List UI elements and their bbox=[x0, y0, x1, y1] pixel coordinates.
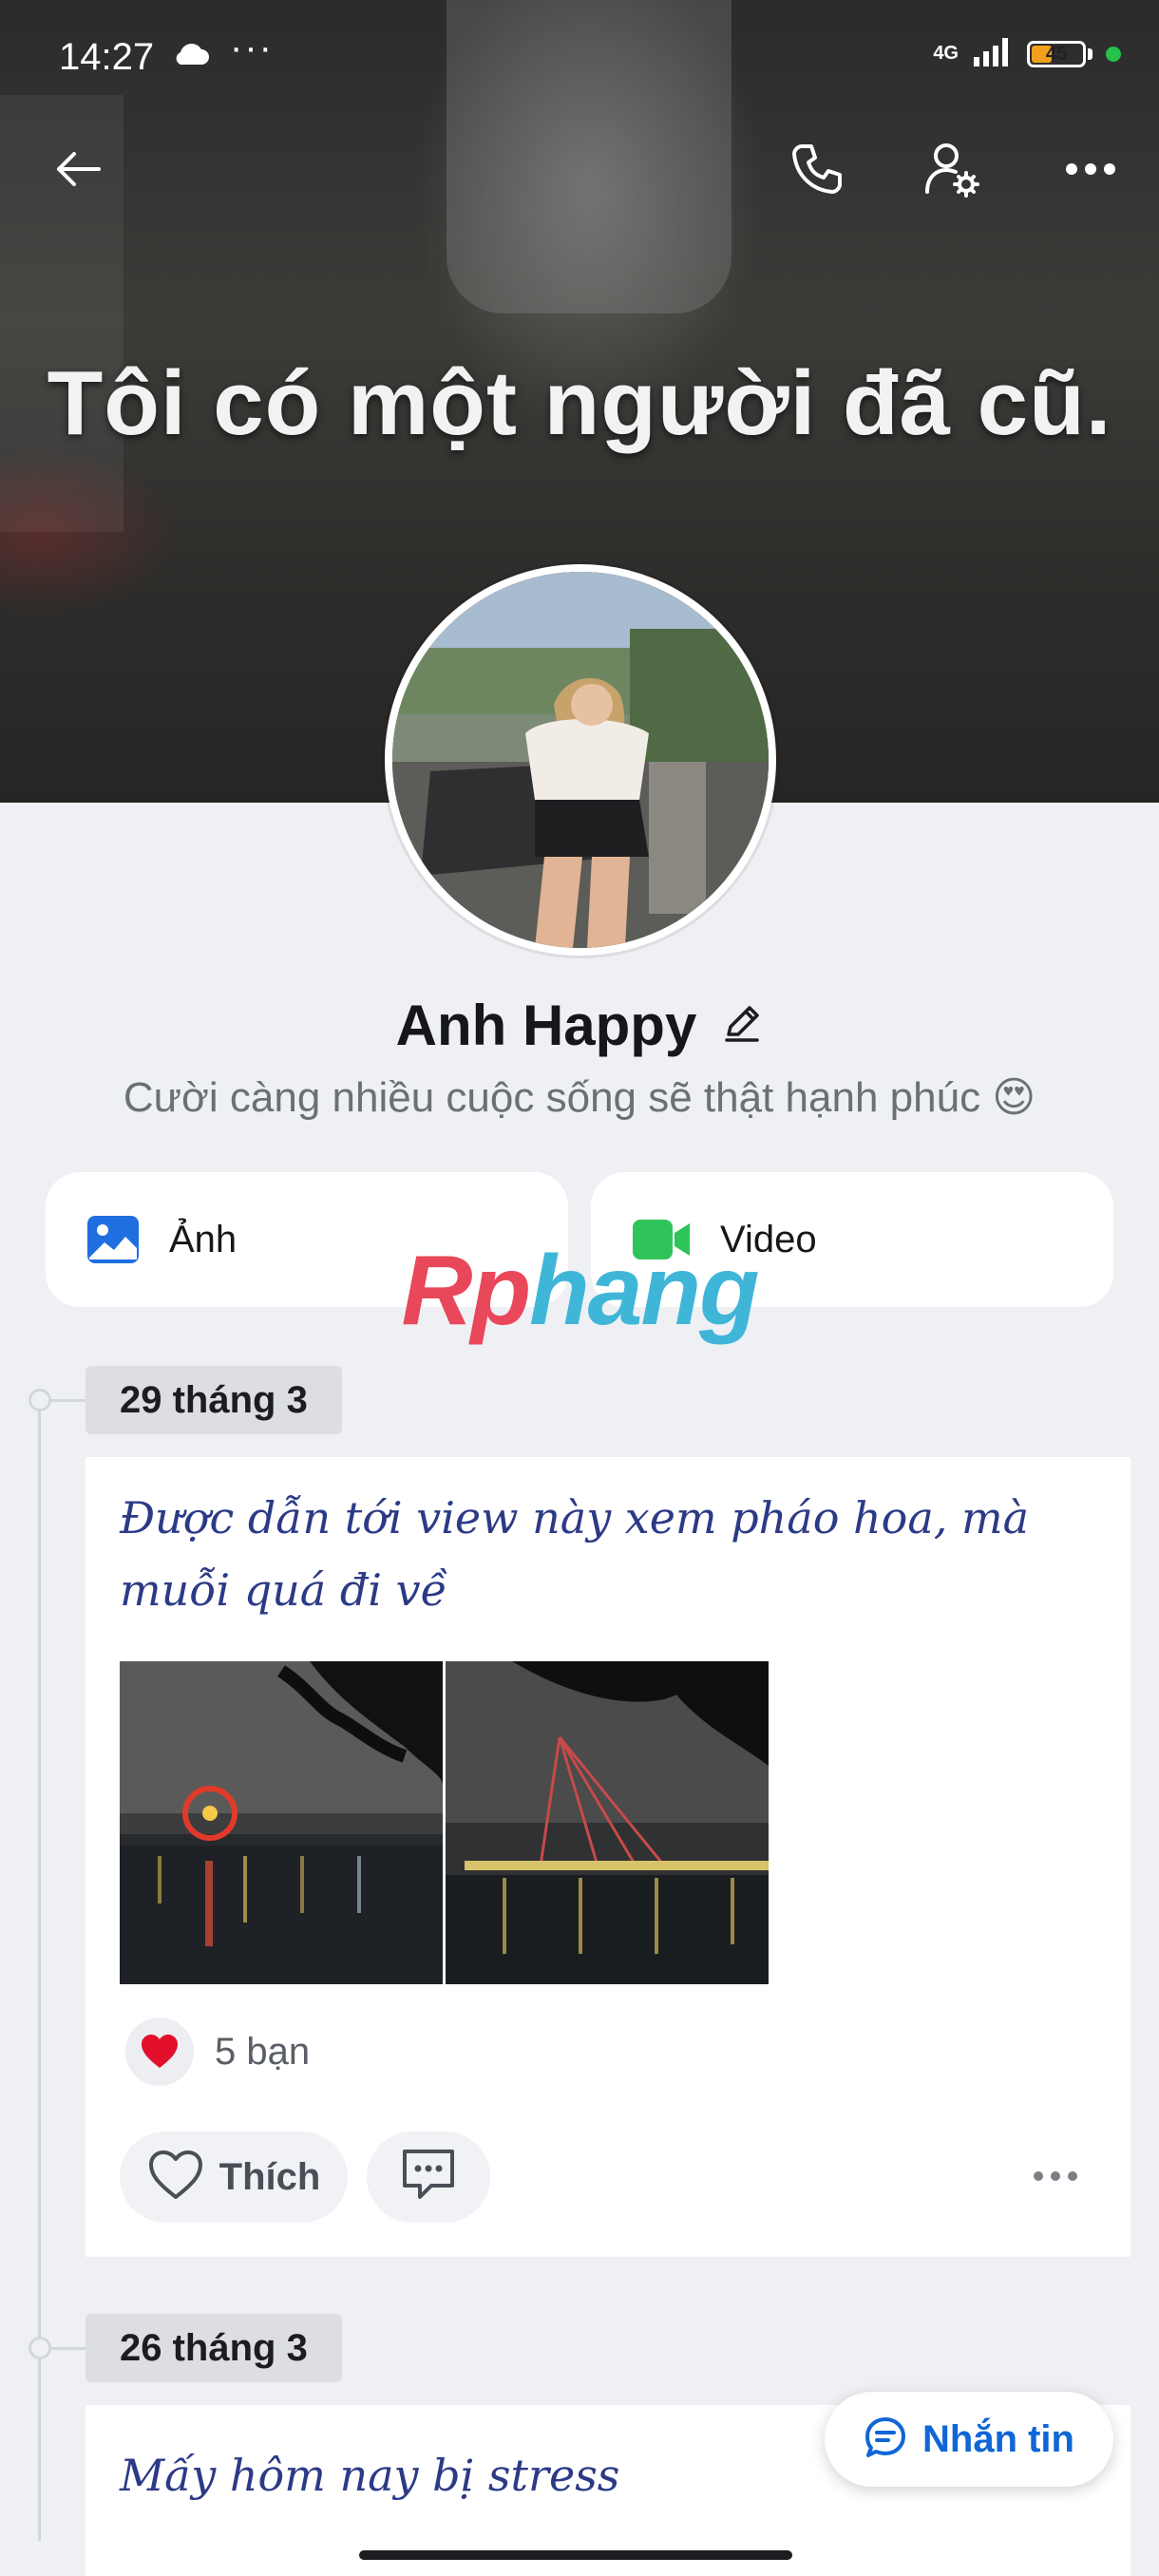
signal-icon bbox=[972, 36, 1014, 71]
timeline-dot bbox=[28, 1389, 51, 1411]
videos-tab[interactable]: Video bbox=[591, 1172, 1113, 1307]
more-icon[interactable] bbox=[1054, 133, 1127, 205]
timeline-connector bbox=[49, 2347, 87, 2350]
avatar[interactable] bbox=[385, 564, 776, 956]
timeline-dot bbox=[28, 2337, 51, 2359]
profile-bio: Cười càng nhiều cuộc sống sẽ thật hạnh p… bbox=[123, 1074, 1036, 1121]
photos-tab[interactable]: Ảnh bbox=[46, 1172, 568, 1307]
like-button[interactable]: Thích bbox=[120, 2131, 348, 2223]
home-indicator[interactable] bbox=[359, 2550, 792, 2560]
cover-caption: Tôi có một người đã cũ. bbox=[47, 352, 1112, 454]
post-more-icon[interactable] bbox=[1034, 2171, 1077, 2181]
heart-reaction-icon bbox=[125, 2017, 194, 2086]
timeline-line bbox=[38, 1401, 41, 2541]
post-date-chip: 26 tháng 3 bbox=[86, 2314, 342, 2382]
phone-icon[interactable] bbox=[781, 133, 853, 205]
cloud-icon bbox=[171, 42, 209, 71]
profile-name: Anh Happy bbox=[395, 994, 697, 1057]
message-button-label: Nhắn tin bbox=[922, 2417, 1074, 2460]
video-camera-icon bbox=[631, 1216, 692, 1263]
top-navigation bbox=[0, 123, 1159, 209]
battery-tip bbox=[1088, 47, 1092, 60]
photos-tab-label: Ảnh bbox=[169, 1218, 238, 1260]
post-text: Được dẫn tới view này xem pháo hoa, mà m… bbox=[120, 1492, 1030, 1616]
battery-icon: 45 bbox=[1027, 40, 1086, 67]
post-photo-bridge[interactable] bbox=[446, 1661, 769, 1984]
reaction-summary[interactable]: 5 bạn bbox=[125, 2017, 310, 2086]
back-arrow-icon[interactable] bbox=[42, 133, 114, 205]
photo-icon bbox=[86, 1214, 141, 1265]
battery-level: 45 bbox=[1045, 43, 1068, 65]
chat-bubble-icon bbox=[864, 2415, 907, 2464]
network-type: 4G bbox=[933, 43, 959, 64]
privacy-indicator-dot bbox=[1106, 46, 1121, 62]
status-indicators: 4G 45 bbox=[933, 36, 1121, 71]
pencil-icon[interactable] bbox=[721, 1002, 763, 1049]
status-bar: 14:27 ··· 4G 45 bbox=[0, 0, 1159, 104]
comment-icon bbox=[399, 2148, 458, 2207]
more-dots-icon: ··· bbox=[230, 27, 274, 68]
videos-tab-label: Video bbox=[720, 1218, 817, 1260]
message-button[interactable]: Nhắn tin bbox=[825, 2392, 1113, 2487]
heart-outline-icon bbox=[147, 2150, 204, 2206]
post-date-chip: 29 tháng 3 bbox=[86, 1366, 342, 1434]
timeline-connector bbox=[49, 1399, 87, 1402]
status-time: 14:27 bbox=[59, 36, 155, 78]
like-label: Thích bbox=[218, 2155, 321, 2198]
user-settings-icon[interactable] bbox=[916, 133, 988, 205]
post-photo-ferris-wheel[interactable] bbox=[120, 1661, 443, 1984]
post-card[interactable]: Được dẫn tới view này xem pháo hoa, mà m… bbox=[86, 1457, 1130, 2257]
reaction-count: 5 bạn bbox=[215, 2030, 311, 2073]
profile-name-row: Anh Happy bbox=[0, 993, 1159, 1058]
comment-button[interactable] bbox=[367, 2131, 490, 2223]
